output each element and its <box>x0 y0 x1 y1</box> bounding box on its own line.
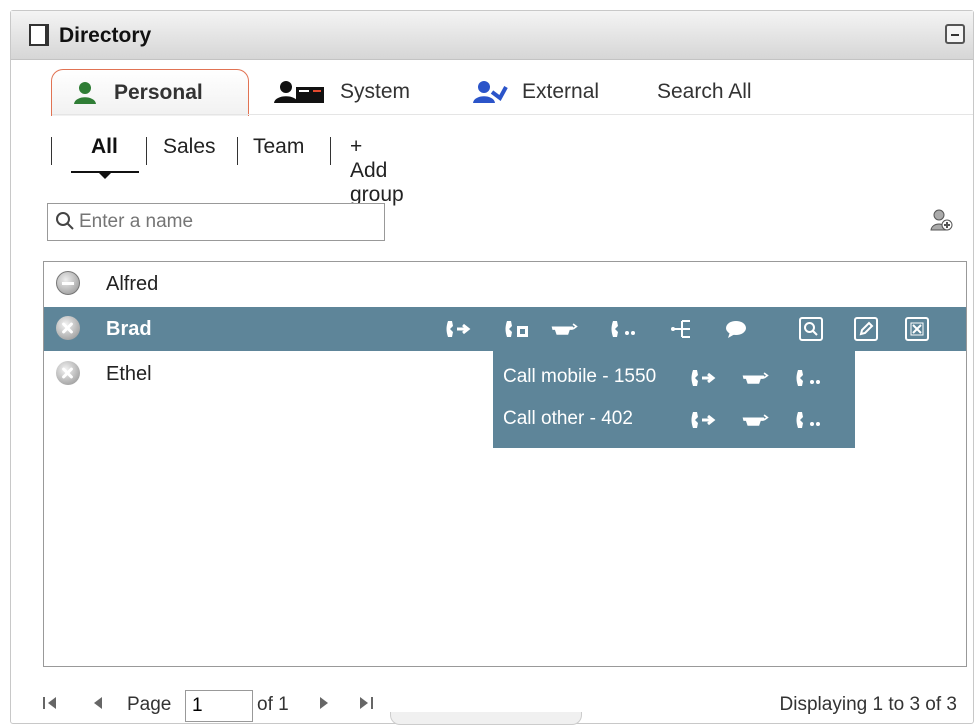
add-group-button[interactable]: + Add group <box>350 135 404 207</box>
chat-icon[interactable] <box>722 315 750 343</box>
tab-search-all-label: Search All <box>657 80 752 103</box>
call-other-row[interactable]: Call other - 402 <box>503 403 845 437</box>
offline-icon <box>56 316 80 340</box>
separator <box>51 137 52 165</box>
separator <box>330 137 331 165</box>
call-other-label: Call other - 402 <box>503 408 633 429</box>
name-search[interactable] <box>47 203 385 241</box>
contact-row[interactable]: Alfred <box>44 262 966 306</box>
display-count: Displaying 1 to 3 of 3 <box>779 694 957 715</box>
tab-system-label: System <box>340 80 411 103</box>
view-contact-icon[interactable] <box>799 317 823 341</box>
note-icon <box>29 24 49 46</box>
tab-external-label: External <box>522 80 600 103</box>
call-other-icon[interactable] <box>610 315 638 343</box>
call-options-popup: Call mobile - 1550 Call other - 402 <box>493 349 855 448</box>
system-directory-icon <box>274 81 326 103</box>
tab-search-all[interactable]: Search All <box>657 69 752 115</box>
call-mobile-label: Call mobile - 1550 <box>503 366 657 387</box>
directory-panel: Directory Personal System External Searc… <box>10 10 974 724</box>
tab-external[interactable]: External <box>470 69 599 115</box>
edit-contact-icon[interactable] <box>854 317 878 341</box>
group-team[interactable]: Team <box>253 135 304 159</box>
active-group-caret <box>99 173 111 179</box>
separator <box>146 137 147 165</box>
title-bar: Directory <box>11 11 973 60</box>
separator <box>237 137 238 165</box>
search-input[interactable] <box>79 208 374 236</box>
panel-bottom-tab <box>390 712 582 725</box>
group-all[interactable]: All <box>91 135 118 159</box>
call-icon[interactable] <box>444 315 472 343</box>
external-contact-icon <box>470 81 508 103</box>
tab-system[interactable]: System <box>274 69 410 115</box>
next-page-icon[interactable] <box>315 694 333 712</box>
transfer-icon[interactable] <box>668 315 696 343</box>
contact-row-selected[interactable]: Brad <box>44 307 966 351</box>
transfer-to-voicemail-icon[interactable] <box>741 366 769 390</box>
offline-icon <box>56 361 80 385</box>
contact-name: Brad <box>106 318 152 340</box>
contact-name: Alfred <box>106 273 159 295</box>
transfer-to-voicemail-icon[interactable] <box>741 408 769 432</box>
page-number-input[interactable] <box>185 690 253 722</box>
page-label: Page <box>127 694 172 715</box>
previous-page-icon[interactable] <box>89 694 107 712</box>
add-contact-icon[interactable] <box>929 208 953 232</box>
minimize-button[interactable] <box>945 24 965 44</box>
tab-divider <box>52 114 973 115</box>
call-other-icon[interactable] <box>795 366 823 390</box>
first-page-icon[interactable] <box>41 694 59 712</box>
call-icon[interactable] <box>689 366 717 390</box>
tab-personal[interactable]: Personal <box>51 69 249 116</box>
group-sales[interactable]: Sales <box>163 135 216 159</box>
page-count: of 1 <box>257 694 289 715</box>
transfer-to-voicemail-icon[interactable] <box>550 315 578 343</box>
tab-personal-label: Personal <box>114 81 203 104</box>
call-mobile-row[interactable]: Call mobile - 1550 <box>503 361 845 395</box>
search-icon <box>56 212 74 230</box>
person-icon <box>70 82 100 104</box>
delete-contact-icon[interactable] <box>905 317 929 341</box>
call-extension-icon[interactable] <box>504 315 532 343</box>
contact-name: Ethel <box>106 363 152 385</box>
last-page-icon[interactable] <box>357 694 375 712</box>
call-other-icon[interactable] <box>795 408 823 432</box>
window-title: Directory <box>59 24 152 47</box>
do-not-disturb-icon <box>56 271 80 295</box>
contact-list: Alfred Brad Ethel <box>43 261 967 667</box>
call-icon[interactable] <box>689 408 717 432</box>
